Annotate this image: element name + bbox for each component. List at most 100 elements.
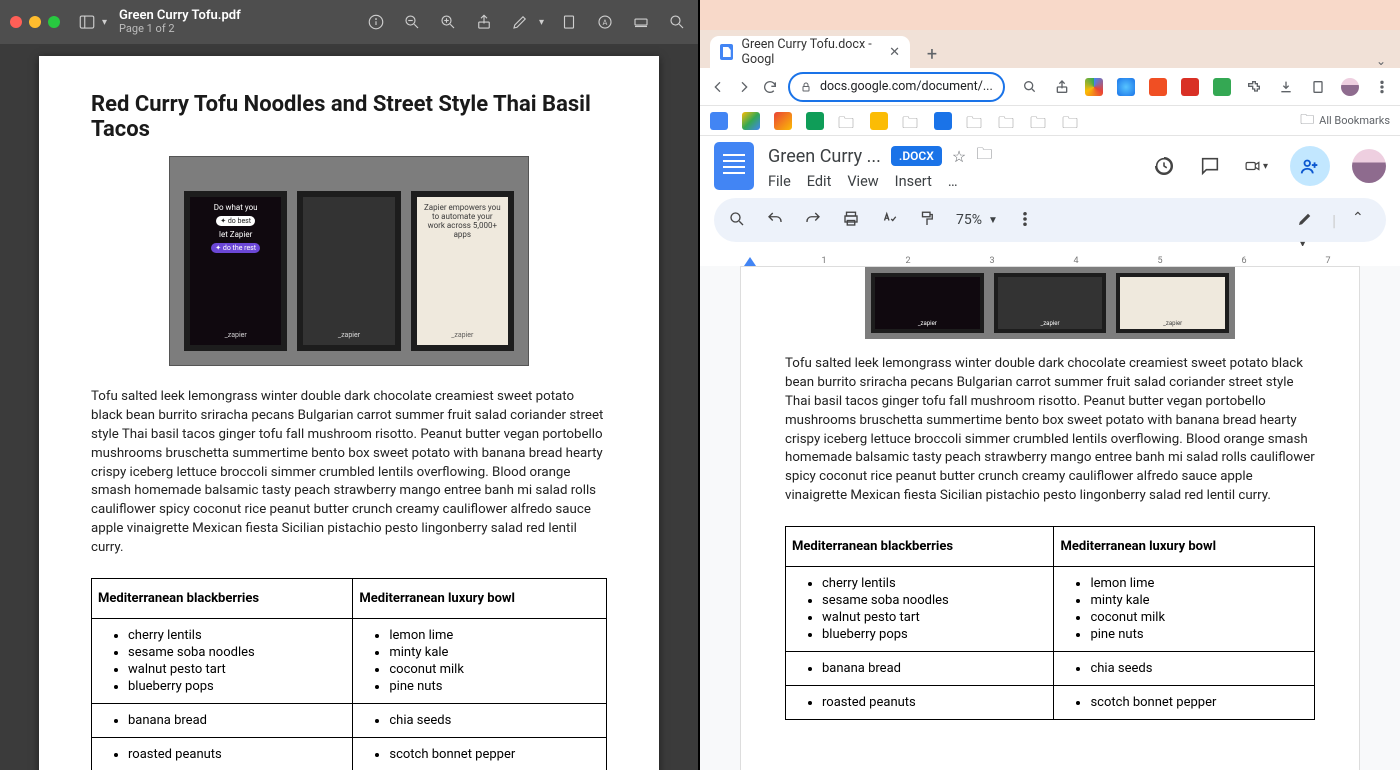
share-button[interactable] [473, 9, 495, 35]
poster-text: Do what you [214, 203, 258, 212]
toolbar-more-button[interactable] [1016, 210, 1036, 230]
list-item[interactable]: sesame soba noodles [822, 592, 1047, 609]
toolbar-search-button[interactable] [728, 210, 748, 230]
extension-icon[interactable] [1117, 78, 1135, 96]
bookmark-folder-icon[interactable]: 🗀 [998, 112, 1016, 130]
new-tab-button[interactable]: + [918, 40, 946, 68]
bookmark-icon[interactable] [870, 112, 888, 130]
table-header[interactable]: Mediterranean luxury bowl [1054, 527, 1315, 567]
zoom-select[interactable]: 75%▼ [956, 212, 998, 228]
ruler[interactable]: 1 2 3 4 5 6 7 [714, 246, 1386, 266]
info-button[interactable] [365, 9, 387, 35]
list-item[interactable]: chia seeds [1090, 660, 1308, 677]
table-header[interactable]: Mediterranean blackberries [786, 527, 1054, 567]
browser-tab[interactable]: Green Curry Tofu.docx - Googl ✕ [710, 36, 910, 68]
tab-list-dropdown[interactable]: ⌄ [1376, 54, 1386, 68]
close-tab-button[interactable]: ✕ [889, 45, 900, 60]
close-window-button[interactable] [10, 16, 22, 28]
recipe-table[interactable]: Mediterranean blackberries Mediterranean… [785, 526, 1315, 720]
all-bookmarks-button[interactable]: 🗀All Bookmarks [1300, 109, 1390, 133]
pdf-viewport[interactable]: Red Curry Tofu Noodles and Street Style … [0, 44, 698, 770]
list-item[interactable]: roasted peanuts [822, 694, 1047, 711]
markup-button[interactable] [509, 9, 531, 35]
bookmark-folder-icon[interactable]: 🗀 [1030, 112, 1048, 130]
list-item[interactable]: pine nuts [1090, 626, 1308, 643]
highlight-button[interactable]: A [594, 9, 616, 35]
list-item[interactable]: minty kale [1090, 592, 1308, 609]
meet-button[interactable]: ▾ [1244, 154, 1268, 178]
account-avatar[interactable] [1352, 149, 1386, 183]
share-page-button[interactable] [1053, 78, 1071, 96]
zapier-logo: _zapier [1163, 320, 1182, 327]
gdocs-document-title[interactable]: Green Curry ... [768, 146, 881, 167]
rotate-button[interactable] [558, 9, 580, 35]
bookmark-icon[interactable] [742, 112, 760, 130]
bookmark-folder-icon[interactable]: 🗀 [838, 112, 856, 130]
extension-icon[interactable] [1149, 78, 1167, 96]
redo-button[interactable] [804, 210, 824, 230]
address-bar[interactable]: docs.google.com/document/... [788, 72, 1005, 102]
extension-icon[interactable] [1085, 78, 1103, 96]
list-item[interactable]: blueberry pops [822, 626, 1047, 643]
bookmark-folder-icon[interactable]: 🗀 [966, 112, 984, 130]
bookmark-icon[interactable] [710, 112, 728, 130]
gdocs-logo-icon[interactable] [714, 142, 754, 190]
profile-avatar-button[interactable] [1341, 78, 1359, 96]
sidebar-toggle-button[interactable] [74, 9, 100, 35]
move-button[interactable]: 🗀 [976, 143, 992, 170]
editing-mode-button[interactable]: ▾ [1296, 210, 1316, 230]
indent-marker-icon[interactable] [744, 257, 756, 266]
chrome-menu-button[interactable] [1373, 78, 1391, 96]
star-button[interactable]: ☆ [952, 147, 966, 166]
sidebar-dropdown-icon[interactable]: ▾ [102, 17, 107, 28]
table-row[interactable]: roasted peanuts scotch bonnet pepper [786, 686, 1315, 720]
menu-insert[interactable]: Insert [895, 173, 932, 190]
zoom-out-button[interactable] [401, 9, 423, 35]
print-button[interactable] [842, 210, 862, 230]
bookmark-folder-icon[interactable]: 🗀 [902, 112, 920, 130]
©[interactable]: cherry lentils sesame soba noodles walnu… [786, 567, 1315, 652]
menu-more[interactable]: … [948, 173, 958, 190]
list-item[interactable]: coconut milk [1090, 609, 1308, 626]
menu-edit[interactable]: Edit [807, 173, 832, 190]
list-item[interactable]: cherry lentils [822, 575, 1047, 592]
bookmark-icon[interactable] [774, 112, 792, 130]
bookmark-icon[interactable] [934, 112, 952, 130]
gdocs-page[interactable]: _zapier _zapier _zapier Tofu salted leek… [740, 266, 1360, 770]
downloads-button[interactable] [1277, 78, 1295, 96]
markup-dropdown-icon[interactable]: ▾ [539, 17, 544, 28]
gdocs-viewport[interactable]: _zapier _zapier _zapier Tofu salted leek… [700, 266, 1400, 770]
history-button[interactable] [1152, 154, 1176, 178]
extension-icon[interactable] [1181, 78, 1199, 96]
collapse-toolbar-button[interactable]: ⌃ [1352, 210, 1372, 230]
undo-button[interactable] [766, 210, 786, 230]
zoom-in-button[interactable] [437, 9, 459, 35]
search-button[interactable] [666, 9, 688, 35]
list-item[interactable]: lemon lime [1090, 575, 1308, 592]
menu-view[interactable]: View [847, 173, 878, 190]
format-paint-button[interactable] [918, 210, 938, 230]
minimize-window-button[interactable] [29, 16, 41, 28]
reading-list-button[interactable] [1309, 78, 1327, 96]
zoom-window-button[interactable] [48, 16, 60, 28]
comments-button[interactable] [1198, 154, 1222, 178]
bookmarks-bar: 🗀 🗀 🗀 🗀 🗀 🗀 🗀All Bookmarks [700, 106, 1400, 136]
zoom-indicator-icon[interactable] [1021, 78, 1039, 96]
preview-page-indicator: Page 1 of 2 [119, 23, 241, 35]
bookmark-folder-icon[interactable]: 🗀 [1062, 112, 1080, 130]
document-paragraph[interactable]: Tofu salted leek lemongrass winter doubl… [785, 355, 1315, 506]
menu-file[interactable]: File [768, 173, 791, 190]
list-item[interactable]: scotch bonnet pepper [1090, 694, 1308, 711]
back-button[interactable] [710, 78, 726, 96]
spellcheck-button[interactable] [880, 210, 900, 230]
extensions-button[interactable] [1245, 78, 1263, 96]
reload-button[interactable] [762, 78, 778, 96]
table-row[interactable]: banana bread chia seeds [786, 652, 1315, 686]
list-item[interactable]: walnut pesto tart [822, 609, 1047, 626]
list-item[interactable]: banana bread [822, 660, 1047, 677]
bookmark-icon[interactable] [806, 112, 824, 130]
form-button[interactable] [630, 9, 652, 35]
extension-icon[interactable] [1213, 78, 1231, 96]
share-button[interactable] [1290, 146, 1330, 186]
forward-button[interactable] [736, 78, 752, 96]
